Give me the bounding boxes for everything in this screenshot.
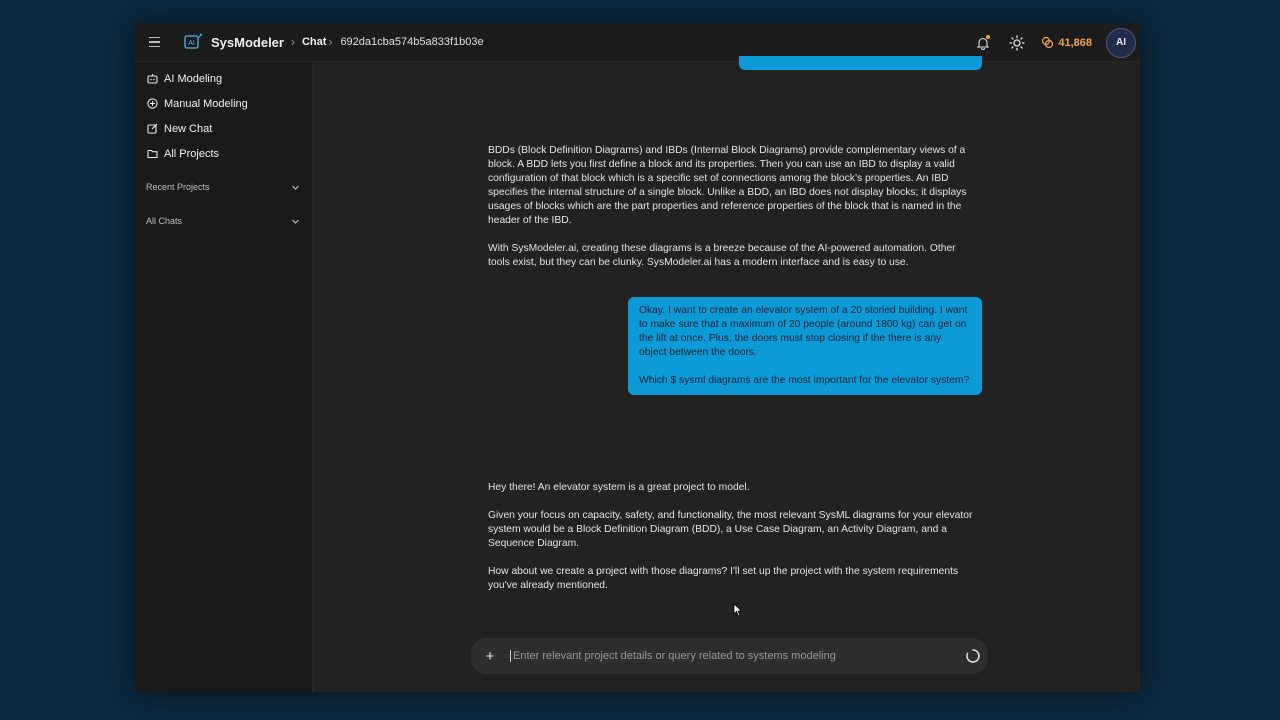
breadcrumb-chat[interactable]: Chat bbox=[302, 36, 326, 48]
app-window: AI SysModeler › Chat › 692da1cba574b5a83… bbox=[135, 23, 1140, 692]
user-message-bubble-partial bbox=[739, 56, 982, 70]
sidebar-item-label: All Projects bbox=[164, 147, 220, 160]
sidebar-item-label: AI Modeling bbox=[164, 72, 223, 85]
message-paragraph: Hey there! An elevator system is a great… bbox=[488, 482, 750, 493]
sidebar-item-all-projects[interactable]: All Projects bbox=[135, 141, 312, 166]
message-paragraph: How about we create a project with those… bbox=[488, 566, 959, 591]
notification-dot bbox=[986, 34, 991, 39]
message-paragraph: Given your focus on capacity, safety, an… bbox=[488, 510, 973, 549]
top-bar: AI SysModeler › Chat › 692da1cba574b5a83… bbox=[135, 23, 1140, 62]
avatar[interactable]: AI bbox=[1106, 27, 1136, 58]
sidebar-item-ai-modeling[interactable]: AI Modeling bbox=[135, 66, 312, 91]
add-attachment-button[interactable]: + bbox=[480, 646, 500, 666]
robot-icon bbox=[146, 73, 158, 85]
sun-icon[interactable] bbox=[1007, 33, 1027, 53]
app-name[interactable]: SysModeler bbox=[211, 35, 284, 50]
plus-circle-icon bbox=[146, 98, 158, 110]
loading-spinner-icon bbox=[966, 649, 980, 663]
recent-projects-section[interactable]: Recent Projects bbox=[135, 177, 312, 197]
sidebar-item-new-chat[interactable]: New Chat bbox=[135, 116, 312, 141]
breadcrumb-chat-id: 692da1cba574b5a833f1b03e bbox=[340, 36, 484, 48]
chat-input[interactable] bbox=[510, 650, 957, 662]
bell-icon[interactable] bbox=[973, 33, 993, 53]
ai-message: Hey there! An elevator system is a great… bbox=[488, 481, 978, 607]
edit-icon bbox=[146, 123, 158, 135]
message-paragraph: BDDs (Block Definition Diagrams) and IBD… bbox=[488, 145, 967, 226]
topbar-actions: 41,868 AI bbox=[973, 23, 1140, 62]
user-message-bubble: Okay. I want to create an elevator syste… bbox=[628, 297, 982, 395]
sysmodeler-logo-icon[interactable]: AI bbox=[181, 31, 203, 53]
mouse-pointer-icon bbox=[733, 603, 743, 617]
message-paragraph: Which $ sysml diagrams are the most impo… bbox=[639, 375, 970, 386]
all-chats-section[interactable]: All Chats bbox=[135, 211, 312, 231]
message-composer: + bbox=[471, 638, 988, 674]
section-label: Recent Projects bbox=[146, 182, 210, 192]
chat-area[interactable]: BDDs (Block Definition Diagrams) and IBD… bbox=[313, 56, 1140, 692]
ai-message: BDDs (Block Definition Diagrams) and IBD… bbox=[488, 144, 978, 284]
credits-count: 41,868 bbox=[1058, 36, 1092, 49]
sidebar-item-label: New Chat bbox=[164, 122, 213, 135]
chevron-down-icon bbox=[292, 219, 299, 224]
chevron-right-icon: › bbox=[328, 35, 333, 49]
sidebar-item-manual-modeling[interactable]: Manual Modeling bbox=[135, 91, 312, 116]
svg-text:AI: AI bbox=[188, 40, 195, 47]
hamburger-menu-icon[interactable] bbox=[149, 36, 165, 48]
sidebar-item-label: Manual Modeling bbox=[164, 97, 248, 110]
chevron-down-icon bbox=[292, 185, 299, 190]
chevron-right-icon: › bbox=[290, 35, 295, 49]
coins-icon bbox=[1042, 36, 1054, 49]
folder-icon bbox=[146, 148, 158, 160]
message-paragraph: Okay. I want to create an elevator syste… bbox=[639, 305, 968, 358]
section-label: All Chats bbox=[146, 216, 183, 226]
message-paragraph: With SysModeler.ai, creating these diagr… bbox=[488, 243, 956, 268]
credits-display[interactable]: 41,868 bbox=[1041, 36, 1092, 49]
sidebar: AI Modeling Manual Modeling New Chat All… bbox=[135, 62, 313, 692]
